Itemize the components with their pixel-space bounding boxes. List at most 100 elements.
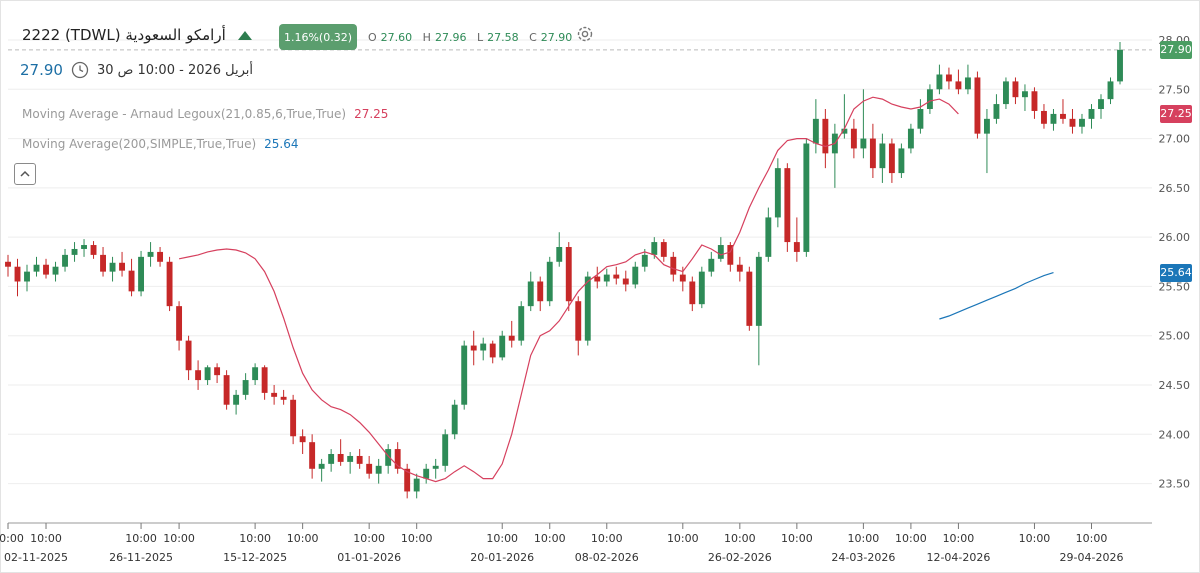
candle: [575, 296, 582, 356]
candle-body: [185, 340, 192, 371]
candle-body: [147, 251, 154, 257]
candle-body: [546, 261, 553, 302]
candle-body: [537, 281, 544, 302]
candle-body: [242, 380, 249, 395]
candle: [784, 163, 791, 252]
x-tick-date: 20-01-2026: [470, 551, 534, 564]
x-axis: 10:00 02-11-2025 10:00 10:00 26-11-2025 10:00…: [0, 523, 1123, 564]
candle-body: [765, 217, 772, 257]
candle: [898, 143, 905, 178]
candle-body: [356, 455, 363, 464]
candle-body: [879, 143, 886, 169]
candle: [176, 301, 183, 351]
candle-body: [480, 343, 487, 351]
candle-body: [565, 247, 572, 302]
candle-body: [432, 465, 439, 469]
candle: [328, 449, 335, 472]
candle-body: [271, 392, 278, 397]
candle-body: [423, 468, 430, 479]
candle-body: [632, 266, 639, 285]
candle: [670, 251, 677, 282]
x-tick-date: 01-01-2026: [337, 551, 401, 564]
candle: [242, 373, 249, 400]
candle: [1041, 104, 1047, 129]
candle: [869, 123, 876, 178]
candle-body: [375, 465, 382, 474]
x-tick-time: 10:00: [943, 532, 975, 545]
candle-body: [195, 370, 202, 381]
candle-body: [1088, 109, 1095, 119]
candle: [404, 463, 411, 499]
y-tick-label: 26.50: [1159, 182, 1191, 195]
gear-icon[interactable]: [575, 24, 595, 44]
candle: [366, 455, 373, 479]
candle: [52, 261, 59, 282]
candle-body: [5, 261, 11, 267]
candle-body: [1098, 99, 1104, 109]
indicator-sma[interactable]: Moving Average(200,SIMPLE,True,True) 25.6…: [22, 137, 299, 151]
change-badge[interactable]: 1.16%(0.32): [279, 24, 357, 50]
candle: [119, 251, 125, 277]
candle: [442, 429, 449, 472]
candle: [622, 270, 629, 292]
candle: [537, 276, 544, 312]
candle: [451, 399, 458, 440]
candle: [1117, 41, 1123, 85]
x-tick-time: 10:00: [781, 532, 813, 545]
candle: [5, 254, 11, 277]
candle: [812, 99, 819, 154]
candle-body: [964, 77, 971, 90]
candle-body: [52, 266, 59, 275]
candle: [907, 123, 914, 154]
x-tick-time: 10:00: [163, 532, 195, 545]
x-tick-date: 26-11-2025: [109, 551, 173, 564]
chevron-up-icon: [20, 170, 30, 177]
candle-body: [955, 81, 962, 90]
candle: [698, 266, 705, 309]
clock-icon: [71, 61, 89, 79]
candle: [204, 365, 211, 385]
candle: [1031, 87, 1038, 119]
candle: [850, 118, 857, 159]
symbol-title: 2222 (TDWL) أرامكو السعودية: [22, 26, 252, 44]
bar-datetime: 30 أبريل 2026 - 10:00 ص: [96, 62, 254, 78]
candle: [280, 389, 287, 405]
collapse-button[interactable]: [14, 163, 36, 185]
candle-body: [166, 261, 173, 307]
y-tick-label: 24.00: [1159, 428, 1191, 441]
price-chart[interactable]: 23.50 24.00 24.50 25.00 25.50 26.00 26.50 27.00…: [0, 0, 1200, 573]
candle-body: [223, 375, 230, 405]
candle-body: [451, 404, 458, 435]
candle: [527, 271, 534, 312]
y-tick-label: 24.50: [1159, 379, 1191, 392]
candle: [43, 258, 49, 279]
candle: [1069, 109, 1076, 134]
low-label: L: [476, 31, 484, 44]
candle-body: [318, 463, 325, 469]
indicator-lines: [178, 96, 1054, 483]
candle: [375, 458, 382, 484]
candle: [347, 452, 354, 474]
candle-body: [347, 455, 354, 462]
candle-body: [698, 271, 705, 305]
candle-body: [793, 242, 800, 252]
candle-body: [746, 271, 753, 326]
candle-body: [337, 454, 344, 462]
candle-body: [1060, 113, 1066, 119]
candle: [993, 94, 1000, 124]
candle: [214, 363, 221, 384]
candle: [166, 256, 173, 312]
price-row: 27.90 30 أبريل 2026 - 10:00 ص: [20, 61, 253, 79]
candle-body: [280, 396, 287, 400]
candle: [62, 248, 68, 272]
candle: [100, 247, 106, 277]
candle: [138, 250, 145, 297]
indicator-alma[interactable]: Moving Average - Arnaud Legoux(21,0.85,6…: [22, 107, 388, 121]
candle-body: [14, 266, 21, 282]
open-value: 27.60: [380, 31, 413, 44]
candle: [746, 266, 753, 331]
candle-body: [33, 264, 40, 272]
candle-body: [1117, 49, 1123, 82]
candle-body: [489, 343, 496, 358]
indicator-sma-value: 25.64: [264, 137, 299, 151]
